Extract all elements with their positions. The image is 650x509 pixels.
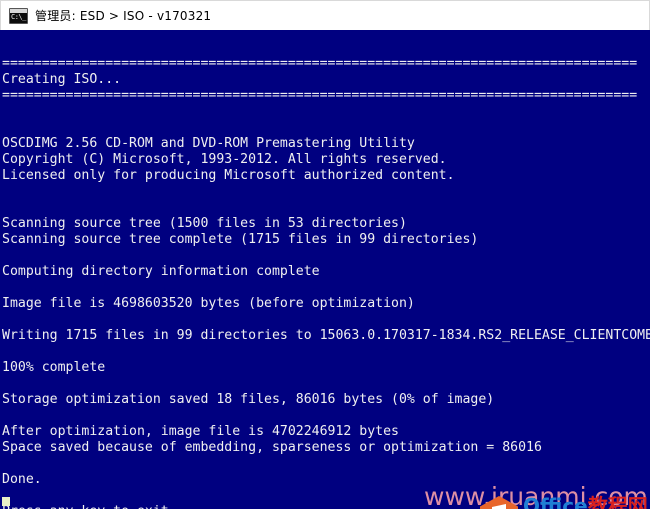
console-line: Writing 1715 files in 99 directories to … bbox=[2, 328, 650, 343]
console-line: ========================================… bbox=[2, 88, 638, 103]
console-line: Storage optimization saved 18 files, 860… bbox=[2, 392, 495, 407]
console-text: ========================================… bbox=[0, 30, 650, 509]
console-line: Press any key to exit. bbox=[0, 504, 650, 509]
console-line: Done. bbox=[2, 472, 42, 487]
console-line: ========================================… bbox=[2, 56, 638, 71]
console-window: C:\_ 管理员: ESD > ISO - v170321 ==========… bbox=[0, 0, 650, 509]
window-titlebar[interactable]: C:\_ 管理员: ESD > ISO - v170321 bbox=[0, 0, 650, 30]
icon-prompt-glyph: C:\_ bbox=[11, 12, 26, 21]
console-line: 100% complete bbox=[2, 360, 106, 375]
console-line: Scanning source tree complete (1715 file… bbox=[2, 232, 479, 247]
console-output-area[interactable]: ========================================… bbox=[0, 30, 650, 509]
console-line: Scanning source tree (1500 files in 53 d… bbox=[2, 216, 407, 231]
window-title: 管理员: ESD > ISO - v170321 bbox=[35, 9, 212, 23]
console-line: Computing directory information complete bbox=[2, 264, 320, 279]
console-line: After optimization, image file is 470224… bbox=[2, 424, 399, 439]
console-cursor bbox=[2, 497, 10, 506]
console-line: Licensed only for producing Microsoft au… bbox=[2, 168, 455, 183]
console-line: Copyright (C) Microsoft, 1993-2012. All … bbox=[2, 152, 447, 167]
console-line: Creating ISO... bbox=[2, 72, 122, 87]
console-line: Space saved because of embedding, sparse… bbox=[2, 440, 542, 455]
command-prompt-icon: C:\_ bbox=[9, 7, 28, 24]
console-line: OSCDIMG 2.56 CD-ROM and DVD-ROM Premaste… bbox=[2, 136, 415, 151]
console-line: Image file is 4698603520 bytes (before o… bbox=[2, 296, 415, 311]
